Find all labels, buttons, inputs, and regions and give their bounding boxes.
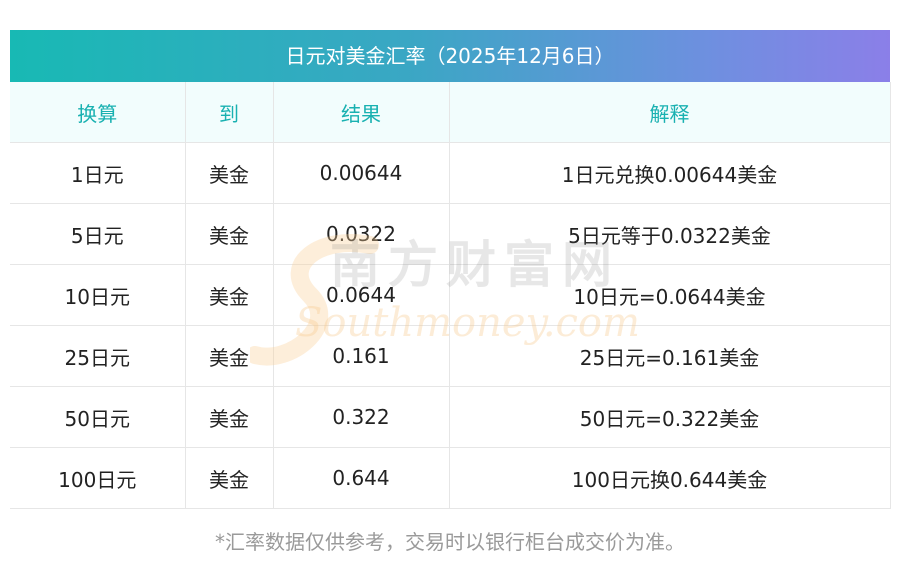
table-row: 50日元 美金 0.322 50日元=0.322美金 [10, 386, 891, 448]
table-row: 25日元 美金 0.161 25日元=0.161美金 [10, 325, 891, 387]
cell-to: 美金 [184, 203, 274, 265]
cell-result: 0.644 [272, 447, 450, 509]
header-to: 到 [184, 82, 274, 143]
cell-result: 0.0322 [272, 203, 450, 265]
cell-amount: 1日元 [10, 142, 186, 204]
cell-explain: 100日元换0.644美金 [448, 447, 891, 509]
cell-result: 0.00644 [272, 142, 450, 204]
cell-amount: 100日元 [10, 447, 186, 509]
cell-explain: 1日元兑换0.00644美金 [448, 142, 891, 204]
table-row: 100日元 美金 0.644 100日元换0.644美金 [10, 447, 891, 509]
page: 日元对美金汇率（2025年12月6日） 换算 到 结果 解释 1日元 美金 0.… [0, 0, 900, 575]
table-row: 1日元 美金 0.00644 1日元兑换0.00644美金 [10, 142, 891, 204]
header-convert: 换算 [10, 82, 186, 143]
cell-explain: 25日元=0.161美金 [448, 325, 891, 387]
footnote: *汇率数据仅供参考，交易时以银行柜台成交价为准。 [215, 530, 685, 554]
cell-to: 美金 [184, 142, 274, 204]
cell-to: 美金 [184, 325, 274, 387]
rate-table: 换算 到 结果 解释 1日元 美金 0.00644 1日元兑换0.00644美金… [10, 82, 891, 509]
cell-amount: 10日元 [10, 264, 186, 326]
cell-explain: 10日元=0.0644美金 [448, 264, 891, 326]
cell-to: 美金 [184, 447, 274, 509]
header-row: 换算 到 结果 解释 [10, 82, 891, 143]
cell-result: 0.0644 [272, 264, 450, 326]
header-result: 结果 [272, 82, 450, 143]
rate-card: 日元对美金汇率（2025年12月6日） 换算 到 结果 解释 1日元 美金 0.… [10, 30, 891, 509]
header-explain: 解释 [448, 82, 891, 143]
cell-result: 0.161 [272, 325, 450, 387]
cell-explain: 5日元等于0.0322美金 [448, 203, 891, 265]
cell-result: 0.322 [272, 386, 450, 448]
table-row: 5日元 美金 0.0322 5日元等于0.0322美金 [10, 203, 891, 265]
cell-amount: 50日元 [10, 386, 186, 448]
cell-to: 美金 [184, 264, 274, 326]
table-title: 日元对美金汇率（2025年12月6日） [10, 30, 890, 82]
table-row: 10日元 美金 0.0644 10日元=0.0644美金 [10, 264, 891, 326]
cell-amount: 5日元 [10, 203, 186, 265]
cell-to: 美金 [184, 386, 274, 448]
cell-explain: 50日元=0.322美金 [448, 386, 891, 448]
cell-amount: 25日元 [10, 325, 186, 387]
